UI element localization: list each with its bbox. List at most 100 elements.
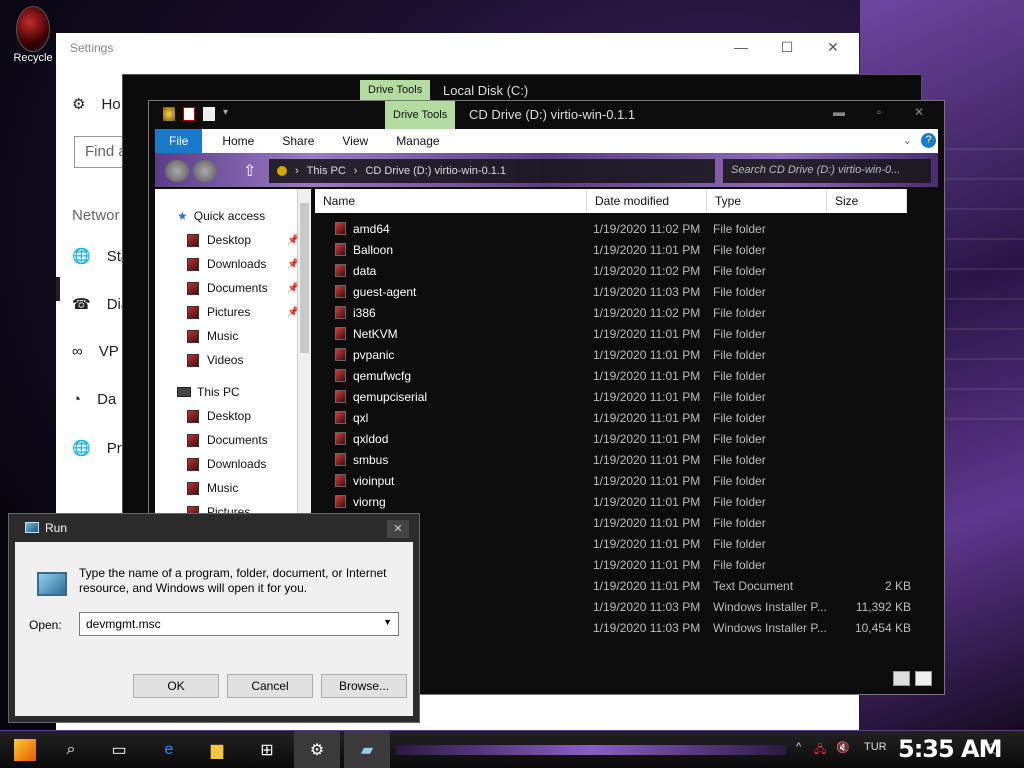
column-header-name[interactable]: Name xyxy=(315,189,587,213)
nav-item-pc-desktop[interactable]: Desktop xyxy=(187,409,251,423)
table-row[interactable]: Balloon 1/19/2020 11:01 PM File folder xyxy=(331,240,931,261)
breadcrumb-this-pc[interactable]: This PC xyxy=(307,165,346,177)
pin-icon[interactable]: 📌 xyxy=(287,259,297,270)
column-header-size[interactable]: Size xyxy=(827,189,907,213)
table-row[interactable]: qxl 1/19/2020 11:01 PM File folder xyxy=(331,408,931,429)
file-date: 1/19/2020 11:01 PM xyxy=(593,327,701,341)
nav-item-pc-documents[interactable]: Documents xyxy=(187,433,268,447)
table-row[interactable]: 1/19/2020 11:01 PM File folder xyxy=(331,555,931,576)
search-input[interactable]: Search CD Drive (D:) virtio-win-0... xyxy=(723,159,931,183)
nav-item-pictures[interactable]: Pictures 📌 xyxy=(187,305,297,319)
edge-icon[interactable]: e xyxy=(146,731,192,768)
large-icons-view-button[interactable] xyxy=(915,671,932,686)
recycle-bin[interactable]: Recycle xyxy=(8,6,58,76)
maximize-button[interactable]: ☐ xyxy=(764,39,810,57)
table-row[interactable]: 641/19/2020 11:03 PMWindows Installer P.… xyxy=(331,597,931,618)
nav-item-pc-downloads[interactable]: Downloads xyxy=(187,457,266,471)
scrollbar-thumb[interactable] xyxy=(300,203,309,353)
nav-item-desktop[interactable]: Desktop 📌 xyxy=(187,233,297,247)
new-folder-icon[interactable] xyxy=(203,107,215,121)
pin-icon[interactable]: 📌 xyxy=(287,283,297,294)
table-row[interactable]: pvpanic 1/19/2020 11:01 PM File folder xyxy=(331,345,931,366)
column-header-type[interactable]: Type xyxy=(707,189,827,213)
open-combobox[interactable]: devmgmt.msc ▼ xyxy=(79,612,399,636)
volume-icon[interactable]: 🔇 xyxy=(836,741,850,754)
nav-item-videos[interactable]: Videos xyxy=(187,353,243,367)
settings-taskbar-icon[interactable]: ⚙ xyxy=(294,731,340,768)
close-button[interactable]: ✕ xyxy=(810,39,856,57)
search-icon[interactable]: ⌕ xyxy=(48,731,94,768)
nav-item-documents[interactable]: Documents 📌 xyxy=(187,281,297,295)
language-indicator[interactable]: TUR xyxy=(864,741,887,753)
drive-tools-tab[interactable]: Drive Tools xyxy=(385,101,456,129)
file-date: 1/19/2020 11:03 PM xyxy=(593,600,701,614)
settings-item-data-usage[interactable]: ◔ Da xyxy=(72,391,116,408)
chevron-down-icon[interactable]: ▾ xyxy=(223,107,235,121)
nav-this-pc[interactable]: This PC xyxy=(177,385,240,399)
tab-share[interactable]: Share xyxy=(268,129,328,153)
help-icon[interactable]: ? xyxy=(921,133,936,148)
run-message: Type the name of a program, folder, docu… xyxy=(79,566,387,595)
table-row[interactable]: NetKVM 1/19/2020 11:01 PM File folder xyxy=(331,324,931,345)
tab-file[interactable]: File xyxy=(155,129,203,153)
nav-item-music[interactable]: Music xyxy=(187,329,238,343)
open-value[interactable]: devmgmt.msc xyxy=(86,617,161,631)
breadcrumb-current[interactable]: CD Drive (D:) virtio-win-0.1.1 xyxy=(365,165,506,177)
tab-view[interactable]: View xyxy=(328,129,382,153)
dialup-icon: ☎ xyxy=(72,296,91,313)
nav-item-pc-music[interactable]: Music xyxy=(187,481,238,495)
dropdown-arrow-icon[interactable]: ▼ xyxy=(383,617,392,627)
properties-icon[interactable] xyxy=(183,107,195,121)
table-row[interactable]: guest-agent 1/19/2020 11:03 PM File folder xyxy=(331,282,931,303)
back-button[interactable] xyxy=(165,160,189,182)
table-row[interactable]: se1/19/2020 11:01 PMText Document2 KB xyxy=(331,576,931,597)
minimize-button[interactable]: — xyxy=(718,39,764,57)
table-row[interactable]: data 1/19/2020 11:02 PM File folder xyxy=(331,261,931,282)
store-icon[interactable]: ⊞ xyxy=(244,731,290,768)
close-button[interactable]: ✕ xyxy=(899,105,939,123)
settings-home[interactable]: ⚙ Ho xyxy=(72,95,121,114)
forward-button[interactable] xyxy=(193,160,217,182)
table-row[interactable]: viorng 1/19/2020 11:01 PM File folder xyxy=(331,492,931,513)
settings-item-vpn[interactable]: ∞ VP xyxy=(72,343,119,360)
tab-manage[interactable]: Manage xyxy=(382,129,453,153)
task-view-icon[interactable]: ▭ xyxy=(96,731,142,768)
nav-quick-access[interactable]: ★ Quick access xyxy=(177,209,265,223)
minimize-button[interactable]: ▬ xyxy=(819,105,859,123)
table-row[interactable]: smbus 1/19/2020 11:01 PM File folder xyxy=(331,450,931,471)
nav-item-downloads[interactable]: Downloads 📌 xyxy=(187,257,297,271)
table-row[interactable]: vioinput 1/19/2020 11:01 PM File folder xyxy=(331,471,931,492)
chevron-up-icon[interactable]: ^ xyxy=(796,741,801,753)
nav-label: Music xyxy=(207,481,239,495)
table-row[interactable]: i386 1/19/2020 11:02 PM File folder xyxy=(331,303,931,324)
table-row[interactable]: amd64 1/19/2020 11:02 PM File folder xyxy=(331,219,931,240)
start-button[interactable] xyxy=(2,731,48,768)
maximize-button[interactable]: ▫ xyxy=(859,105,899,123)
tab-home[interactable]: Home xyxy=(208,129,268,153)
ok-button[interactable]: OK xyxy=(133,674,219,698)
pin-icon[interactable]: 📌 xyxy=(287,307,297,318)
table-row[interactable]: 861/19/2020 11:03 PMWindows Installer P.… xyxy=(331,618,931,639)
file-explorer-icon[interactable]: ▆ xyxy=(194,731,240,768)
file-name: amd64 xyxy=(353,222,390,236)
details-view-button[interactable] xyxy=(893,671,910,686)
table-row[interactable]: 1/19/2020 11:01 PM File folder xyxy=(331,534,931,555)
table-row[interactable]: qemupciserial 1/19/2020 11:01 PM File fold… xyxy=(331,387,931,408)
table-row[interactable]: qxldod 1/19/2020 11:01 PM File folder xyxy=(331,429,931,450)
settings-item-dialup[interactable]: ☎ Dia xyxy=(72,295,129,314)
address-bar[interactable]: › This PC › CD Drive (D:) virtio-win-0.1… xyxy=(269,159,715,183)
column-header-date[interactable]: Date modified xyxy=(587,189,707,213)
up-arrow-icon[interactable]: ⇧ xyxy=(243,161,256,181)
network-icon[interactable]: 🖧 xyxy=(814,741,826,760)
notification-icon[interactable]: 🗨 xyxy=(984,741,1002,758)
chevron-down-icon[interactable]: ⌄ xyxy=(903,134,912,147)
file-date: 1/19/2020 11:01 PM xyxy=(593,243,701,257)
pin-icon[interactable]: 📌 xyxy=(287,235,297,246)
table-row[interactable]: qemufwcfg 1/19/2020 11:01 PM File folder xyxy=(331,366,931,387)
table-row[interactable]: 1/19/2020 11:01 PM File folder xyxy=(331,513,931,534)
browse-button[interactable]: Browse... xyxy=(321,674,407,698)
cancel-button[interactable]: Cancel xyxy=(227,674,313,698)
settings-item-status[interactable]: 🌐 Sta xyxy=(72,247,129,266)
run-taskbar-icon[interactable]: ▰ xyxy=(344,731,390,768)
close-button[interactable]: ✕ xyxy=(387,520,409,538)
